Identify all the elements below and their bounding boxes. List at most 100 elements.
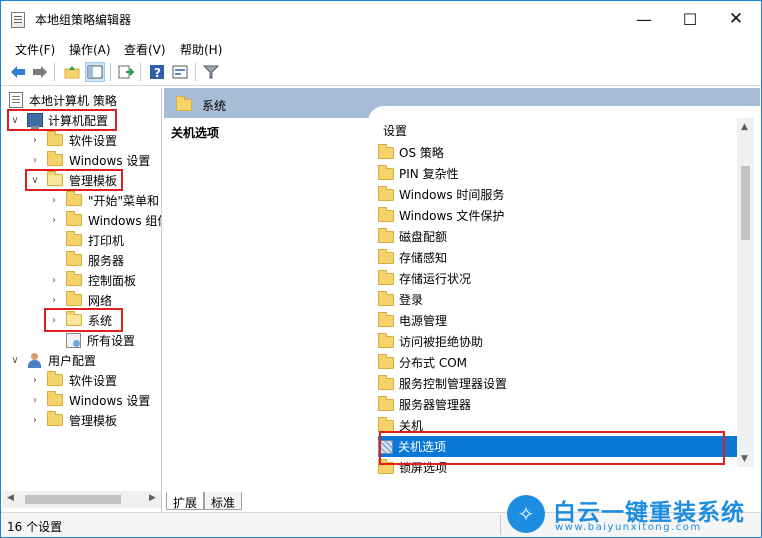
chevron-right-icon[interactable]: › xyxy=(48,315,60,326)
folder-icon xyxy=(47,391,63,406)
list-item[interactable]: 磁盘配额 xyxy=(378,226,738,247)
tree-item-user-windows-settings[interactable]: › Windows 设置 xyxy=(29,390,150,410)
help-icon[interactable]: ? xyxy=(147,62,167,82)
tree-item-software-settings[interactable]: › 软件设置 xyxy=(29,130,117,150)
folder-open-icon xyxy=(47,171,63,186)
chevron-right-icon[interactable]: › xyxy=(48,295,60,306)
folder-icon xyxy=(378,332,394,348)
tree-item-computer-config[interactable]: ∨ 计算机配置 xyxy=(9,110,108,130)
folder-icon xyxy=(66,291,82,306)
list-item-label: 登录 xyxy=(399,293,424,307)
maximize-button[interactable]: ☐ xyxy=(667,1,713,37)
minimize-button[interactable]: — xyxy=(621,1,667,37)
chevron-right-icon[interactable]: › xyxy=(48,215,60,226)
settings-column-header[interactable]: 设置 xyxy=(383,122,407,139)
tree-item-user-software-settings[interactable]: › 软件设置 xyxy=(29,370,117,390)
tree-item-servers[interactable]: 服务器 xyxy=(48,250,124,270)
list-item-label: PIN 复杂性 xyxy=(399,167,459,181)
chevron-down-icon[interactable]: ∨ xyxy=(9,355,21,366)
list-item-label: 分布式 COM xyxy=(399,356,467,370)
list-item[interactable]: OS 策略 xyxy=(378,142,738,163)
chevron-down-icon[interactable]: ∨ xyxy=(29,175,41,186)
title-bar: 本地组策略编辑器 — ☐ ✕ xyxy=(1,1,761,37)
tree-item-windows-settings[interactable]: › Windows 设置 xyxy=(29,150,150,170)
toolbar-separator xyxy=(54,63,55,81)
menu-file[interactable]: 文件(F) xyxy=(15,41,55,58)
properties-icon[interactable] xyxy=(170,62,190,82)
chevron-down-icon[interactable]: ∨ xyxy=(9,115,21,126)
watermark-url: www.baiyunxitong.com xyxy=(555,522,702,533)
folder-icon xyxy=(378,416,394,432)
folder-icon xyxy=(378,164,394,180)
tab-extended[interactable]: 扩展 xyxy=(166,492,205,510)
tree-item-label: 计算机配置 xyxy=(48,113,109,128)
tree-item-start-menu[interactable]: › "开始"菜单和 xyxy=(48,190,159,210)
close-button[interactable]: ✕ xyxy=(713,1,759,37)
tree-item-label: 打印机 xyxy=(88,233,125,248)
folder-icon xyxy=(378,353,394,369)
gpedit-app-icon xyxy=(11,12,25,28)
chevron-right-icon[interactable]: › xyxy=(29,135,41,146)
tree-item-user-config[interactable]: ∨ 用户配置 xyxy=(9,350,96,370)
chevron-right-icon[interactable]: › xyxy=(29,415,41,426)
scroll-right-icon[interactable]: ▶ xyxy=(149,493,156,503)
list-item[interactable]: 存储感知 xyxy=(378,247,738,268)
scroll-down-icon[interactable]: ▼ xyxy=(741,454,748,464)
policy-document-icon xyxy=(9,92,23,108)
menu-action[interactable]: 操作(A) xyxy=(69,41,111,58)
all-settings-icon xyxy=(66,332,81,348)
list-item-label: Windows 时间服务 xyxy=(399,188,505,202)
list-item-label: OS 策略 xyxy=(399,146,444,160)
tree-item-network[interactable]: › 网络 xyxy=(48,290,112,310)
scroll-thumb[interactable] xyxy=(25,495,121,504)
menu-view[interactable]: 查看(V) xyxy=(124,41,166,58)
list-item[interactable]: Windows 文件保护 xyxy=(378,205,738,226)
settings-vertical-scrollbar[interactable]: ▲ ▼ xyxy=(737,118,754,467)
list-item[interactable]: 存储运行状况 xyxy=(378,268,738,289)
tree-item-user-admin-templates[interactable]: › 管理模板 xyxy=(29,410,117,430)
folder-icon xyxy=(378,374,394,390)
tree-horizontal-scrollbar[interactable]: ◀ ▶ xyxy=(3,491,161,508)
list-item-label: 服务器管理器 xyxy=(399,398,472,412)
list-item[interactable]: 服务器管理器 xyxy=(378,394,738,415)
chevron-right-icon[interactable]: › xyxy=(29,395,41,406)
tab-standard[interactable]: 标准 xyxy=(204,492,243,510)
list-item[interactable]: 分布式 COM xyxy=(378,352,738,373)
tree-item-label: 用户配置 xyxy=(48,353,97,368)
list-item[interactable]: 锁屏选项 xyxy=(378,457,738,478)
folder-icon xyxy=(47,151,63,166)
filter-icon[interactable] xyxy=(201,62,221,82)
tree-item-system[interactable]: › 系统 xyxy=(48,310,112,330)
list-item[interactable]: 服务控制管理器设置 xyxy=(378,373,738,394)
chevron-right-icon[interactable]: › xyxy=(48,195,60,206)
chevron-right-icon[interactable]: › xyxy=(29,375,41,386)
up-folder-icon[interactable] xyxy=(62,62,82,82)
tree-item-windows-components[interactable]: › Windows 组件 xyxy=(48,210,162,230)
list-item[interactable]: 关机选项 xyxy=(378,436,738,457)
tree-item-local-policy[interactable]: 本地计算机 策略 xyxy=(9,90,117,110)
forward-arrow-icon[interactable] xyxy=(30,62,50,82)
tree-item-all-settings[interactable]: 所有设置 xyxy=(48,330,135,350)
chevron-right-icon[interactable]: › xyxy=(29,155,41,166)
list-item[interactable]: 关机 xyxy=(378,415,738,436)
list-item[interactable]: Windows 时间服务 xyxy=(378,184,738,205)
tree-item-admin-templates[interactable]: ∨ 管理模板 xyxy=(29,170,117,190)
scroll-up-icon[interactable]: ▲ xyxy=(741,122,748,132)
scroll-left-icon[interactable]: ◀ xyxy=(7,493,14,503)
list-item[interactable]: 访问被拒绝协助 xyxy=(378,331,738,352)
chevron-right-icon[interactable]: › xyxy=(48,275,60,286)
tree-item-printers[interactable]: 打印机 xyxy=(48,230,124,250)
tree-item-control-panel[interactable]: › 控制面板 xyxy=(48,270,136,290)
list-item[interactable]: 电源管理 xyxy=(378,310,738,331)
list-item[interactable]: 登录 xyxy=(378,289,738,310)
scroll-thumb[interactable] xyxy=(741,166,750,240)
export-list-icon[interactable] xyxy=(116,62,136,82)
back-arrow-icon[interactable] xyxy=(8,62,28,82)
show-hide-tree-icon[interactable] xyxy=(85,62,105,82)
list-item[interactable]: PIN 复杂性 xyxy=(378,163,738,184)
tree-item-label: Windows 组件 xyxy=(88,213,162,228)
menu-help[interactable]: 帮助(H) xyxy=(180,41,222,58)
tree-item-label: Windows 设置 xyxy=(69,393,151,408)
app-window: 本地组策略编辑器 — ☐ ✕ 文件(F) 操作(A) 查看(V) 帮助(H) ? xyxy=(0,0,762,538)
tree-item-label: 网络 xyxy=(88,293,113,308)
